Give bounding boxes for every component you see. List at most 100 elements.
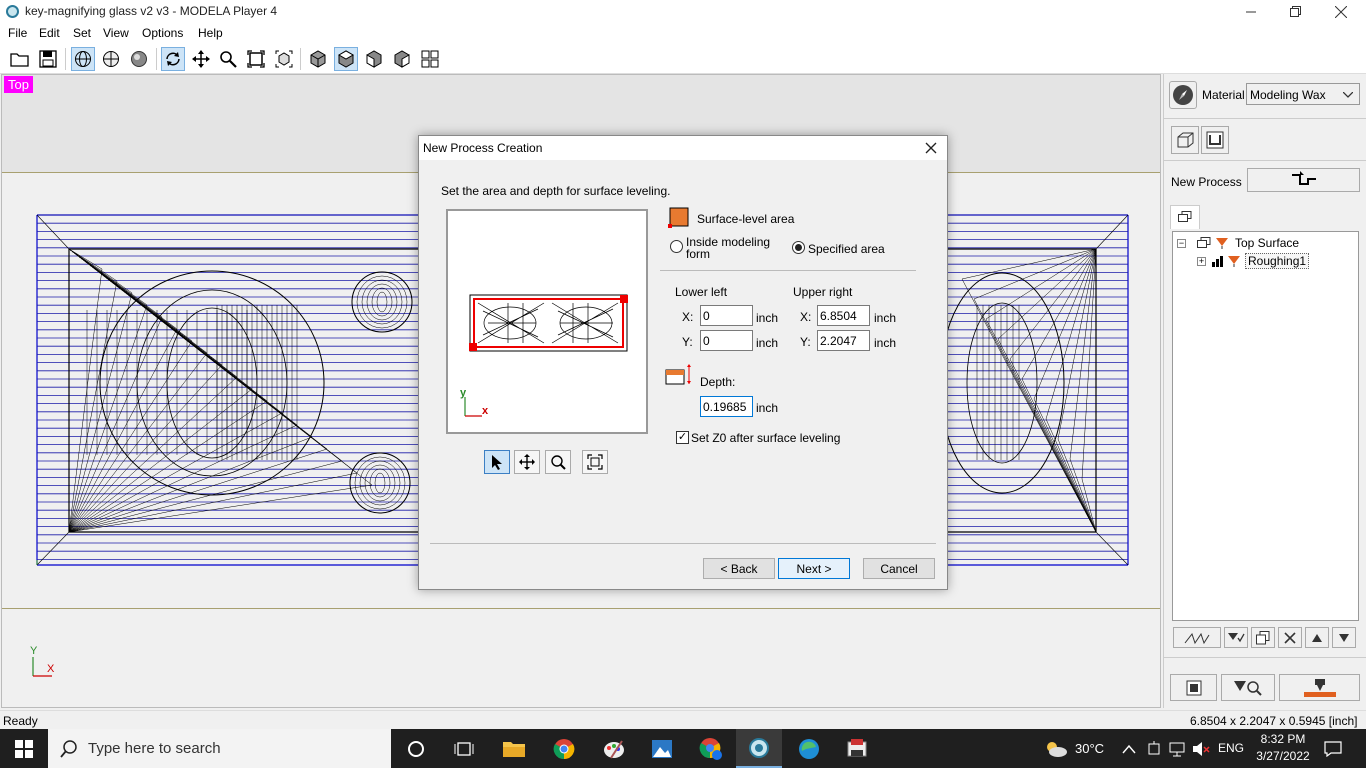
cube-side-icon xyxy=(394,50,410,68)
volume-muted-icon[interactable] xyxy=(1192,741,1210,757)
wireframe-view-button[interactable] xyxy=(71,47,95,71)
clock-date[interactable]: 3/27/2022 xyxy=(1251,749,1315,763)
windows-icon xyxy=(1178,211,1192,222)
tab-process-list[interactable] xyxy=(1170,205,1200,229)
save-button[interactable] xyxy=(36,47,60,71)
next-button[interactable]: Next > xyxy=(778,558,850,579)
menu-set[interactable]: Set xyxy=(73,26,91,40)
usb-device-icon[interactable] xyxy=(1146,741,1162,757)
radio-specified-area[interactable] xyxy=(792,241,805,254)
area-preview[interactable]: y x xyxy=(446,209,648,434)
taskbar-roland-app[interactable] xyxy=(843,735,871,763)
cube-front-icon xyxy=(366,50,382,68)
move-up-button[interactable] xyxy=(1305,627,1329,648)
cube-zoom-icon xyxy=(275,50,293,68)
dialog-close-button[interactable] xyxy=(921,138,941,158)
view-iso-button[interactable] xyxy=(306,47,330,71)
tool-check-icon xyxy=(1228,632,1245,642)
axis-gizmo-icon xyxy=(32,657,52,677)
back-button[interactable]: < Back xyxy=(703,558,775,579)
menu-help[interactable]: Help xyxy=(198,26,223,40)
collapse-icon[interactable]: − xyxy=(1177,239,1186,248)
select-tool-button[interactable] xyxy=(484,450,510,474)
new-process-button[interactable] xyxy=(1247,168,1360,192)
task-view-button[interactable] xyxy=(450,735,478,763)
fit-tool-button[interactable] xyxy=(582,450,608,474)
open-button[interactable] xyxy=(8,47,32,71)
menu-file[interactable]: File xyxy=(8,26,27,40)
chevron-up-icon[interactable] xyxy=(1122,744,1136,754)
set-z0-checkbox[interactable]: ✓ xyxy=(676,431,689,444)
pan-tool-button[interactable] xyxy=(514,450,540,474)
menu-view[interactable]: View xyxy=(103,26,129,40)
zoom-tool-button[interactable] xyxy=(545,450,571,474)
move-down-button[interactable] xyxy=(1332,627,1356,648)
fit-button[interactable] xyxy=(244,47,268,71)
expand-icon[interactable]: + xyxy=(1197,257,1206,266)
upper-right-x-input[interactable]: 6.8504 xyxy=(817,305,870,326)
menu-edit[interactable]: Edit xyxy=(39,26,60,40)
preview-cutting-button[interactable] xyxy=(1221,674,1275,701)
tree-item-top-surface[interactable]: − Top Surface xyxy=(1177,235,1357,251)
material-select[interactable]: Modeling Wax xyxy=(1246,83,1360,105)
view-side-button[interactable] xyxy=(390,47,414,71)
close-button[interactable] xyxy=(1318,0,1364,23)
dialog-instruction: Set the area and depth for surface level… xyxy=(441,184,671,198)
menu-options[interactable]: Options xyxy=(142,26,183,40)
taskbar-photos[interactable] xyxy=(648,735,676,763)
depth-input[interactable]: 0.19685 xyxy=(700,396,753,417)
cortana-button[interactable] xyxy=(402,735,430,763)
delete-button[interactable] xyxy=(1278,627,1302,648)
ur-x-unit: inch xyxy=(874,311,897,325)
taskbar-chrome-profile[interactable] xyxy=(697,735,725,763)
cortana-circle-icon xyxy=(408,741,424,757)
taskbar-edge[interactable] xyxy=(795,735,823,763)
taskbar-file-explorer[interactable] xyxy=(500,735,528,763)
start-button[interactable] xyxy=(10,735,38,763)
workpiece-button[interactable] xyxy=(1171,126,1199,154)
cube-icon xyxy=(310,50,326,68)
clock-time[interactable]: 8:32 PM xyxy=(1253,732,1313,746)
new-process-label: New Process xyxy=(1171,175,1242,189)
multi-view-button[interactable] xyxy=(418,47,442,71)
copy-button[interactable] xyxy=(1251,627,1275,648)
input-language[interactable]: ENG xyxy=(1218,741,1244,755)
grid-view-button[interactable] xyxy=(99,47,123,71)
material-icon-button[interactable] xyxy=(1169,81,1197,109)
delete-icon xyxy=(1284,631,1296,644)
view-front-button[interactable] xyxy=(362,47,386,71)
view-top-button[interactable] xyxy=(334,47,358,71)
cancel-button[interactable]: Cancel xyxy=(863,558,935,579)
cut-button[interactable] xyxy=(1279,674,1360,701)
new-process-dialog: New Process Creation Set the area and de… xyxy=(418,135,948,590)
filter-button[interactable] xyxy=(1224,627,1248,648)
rotate-button[interactable] xyxy=(161,47,185,71)
shaded-view-button[interactable] xyxy=(127,47,151,71)
lower-left-x-input[interactable]: 0 xyxy=(700,305,753,326)
network-icon[interactable] xyxy=(1168,741,1186,757)
restore-button[interactable] xyxy=(1272,0,1318,23)
upper-right-y-input[interactable]: 2.2047 xyxy=(817,330,870,351)
pan-button[interactable] xyxy=(189,47,213,71)
ll-x-unit: inch xyxy=(756,311,779,325)
lower-left-y-input[interactable]: 0 xyxy=(700,330,753,351)
taskbar-modela-active[interactable] xyxy=(736,729,782,768)
stop-button[interactable] xyxy=(1170,674,1217,701)
taskbar-search-box[interactable]: Type here to search xyxy=(48,729,391,768)
specified-area-label: Specified area xyxy=(808,242,885,256)
process-tree[interactable]: − Top Surface + Roughing1 xyxy=(1172,231,1359,621)
ur-y-unit: inch xyxy=(874,336,897,350)
tree-item-roughing[interactable]: + Roughing1 xyxy=(1177,253,1357,269)
window-title: key-magnifying glass v2 v3 - MODELA Play… xyxy=(25,4,278,18)
radio-inside-modeling-form[interactable] xyxy=(670,240,683,253)
box-zoom-button[interactable] xyxy=(272,47,296,71)
origin-button[interactable] xyxy=(1201,126,1229,154)
zoom-button[interactable] xyxy=(216,47,240,71)
box-outline-icon xyxy=(1177,132,1194,148)
taskbar-paint[interactable] xyxy=(600,735,628,763)
notification-icon[interactable] xyxy=(1324,741,1342,757)
ll-y-unit: inch xyxy=(756,336,779,350)
taskbar-chrome[interactable] xyxy=(550,735,578,763)
minimize-button[interactable] xyxy=(1228,0,1274,23)
edit-path-button[interactable] xyxy=(1173,627,1221,648)
